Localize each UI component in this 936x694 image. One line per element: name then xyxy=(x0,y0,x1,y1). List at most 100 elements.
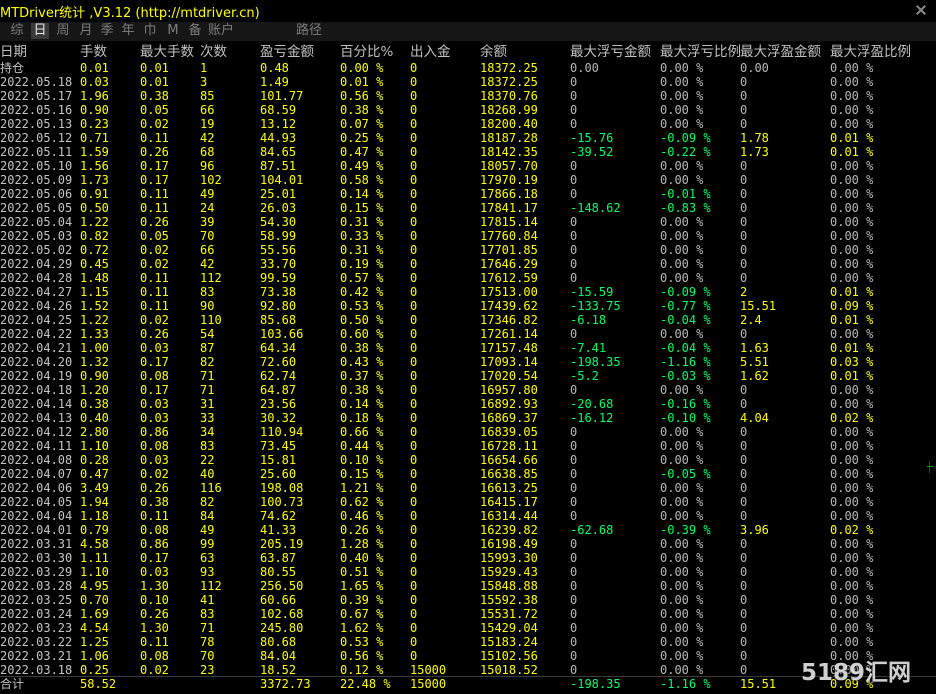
table-cell: 5.51 xyxy=(740,355,769,369)
table-row[interactable]: 2022.04.08 0.28 0.03 22 15.81 0.10 % 0 16654.66… xyxy=(0,453,936,467)
table-row[interactable]: 2022.05.10 1.56 0.17 96 87.51 0.49 % 0 18057.70… xyxy=(0,159,936,173)
table-cell: 0.26 xyxy=(140,327,169,341)
table-cell: 0.00 % xyxy=(660,75,704,89)
table-row[interactable]: 2022.04.21 1.00 0.03 87 64.34 0.38 % 0 17157.48… xyxy=(0,341,936,355)
table-row[interactable]: 2022.03.28 4.95 1.30 112 256.50 1.65 % 0 15848.… xyxy=(0,579,936,593)
table-cell: 92.80 xyxy=(260,299,297,313)
table-row[interactable]: 2022.04.11 1.10 0.08 83 73.45 0.44 % 0 16728.11… xyxy=(0,439,936,453)
tab-0[interactable]: 综 xyxy=(8,23,26,39)
table-row[interactable]: 2022.04.07 0.47 0.02 40 25.60 0.15 % 0 16638.85… xyxy=(0,467,936,481)
total-row[interactable]: 合计 58.52 3372.73 22.48 % 15000 -198.35 -1.16 %… xyxy=(0,677,936,691)
table-row[interactable]: 2022.04.19 0.90 0.08 71 62.74 0.37 % 0 17020.54… xyxy=(0,369,936,383)
table-row[interactable]: 2022.05.09 1.73 0.17 102 104.01 0.58 % 0 17970.… xyxy=(0,173,936,187)
tab-10[interactable]: 路径 xyxy=(296,23,322,39)
column-header[interactable]: 最大浮盈比例 xyxy=(830,43,936,61)
tab-3[interactable]: 月 xyxy=(77,23,95,39)
table-row[interactable]: 2022.05.18 0.03 0.01 3 1.49 0.01 % 0 18372.25 0 0… xyxy=(0,75,936,89)
table-row[interactable]: 2022.04.22 1.33 0.26 54 103.66 0.60 % 0 17261.1… xyxy=(0,327,936,341)
table-row[interactable]: 2022.04.01 0.79 0.08 49 41.33 0.26 % 0 16239.82… xyxy=(0,523,936,537)
table-row[interactable]: 2022.03.29 1.10 0.03 93 80.55 0.51 % 0 15929.43… xyxy=(0,565,936,579)
table-cell: 25.01 xyxy=(260,187,297,201)
table-row[interactable]: 2022.04.29 0.45 0.02 42 33.70 0.19 % 0 17646.29… xyxy=(0,257,936,271)
table-cell: 16892.93 xyxy=(480,397,538,411)
table-row[interactable]: 2022.04.26 1.52 0.11 90 92.80 0.53 % 0 17439.62… xyxy=(0,299,936,313)
table-row[interactable]: 2022.05.03 0.82 0.05 70 58.99 0.33 % 0 17760.84… xyxy=(0,229,936,243)
table-cell: 0.70 xyxy=(80,593,109,607)
table-row[interactable]: 2022.03.24 1.69 0.26 83 102.68 0.67 % 0 15531.7… xyxy=(0,607,936,621)
column-header[interactable]: 最大手数 xyxy=(140,43,200,61)
column-header[interactable]: 最大浮亏比例 xyxy=(660,43,740,61)
table-cell: 1.21 % xyxy=(340,481,384,495)
tab-1[interactable]: 日 xyxy=(31,23,49,39)
table-row[interactable]: 2022.05.05 0.50 0.11 24 26.03 0.15 % 0 17841.17… xyxy=(0,201,936,215)
table-cell: 15592.38 xyxy=(480,593,538,607)
tab-5[interactable]: 年 xyxy=(119,23,137,39)
table-cell: 1.63 xyxy=(740,341,769,355)
table-cell: 0.11 xyxy=(140,299,169,313)
table-row[interactable]: 2022.05.16 0.90 0.05 66 68.59 0.38 % 0 18268.99… xyxy=(0,103,936,117)
table-cell: 87.51 xyxy=(260,159,297,173)
table-row[interactable]: 2022.03.22 1.25 0.11 78 80.68 0.53 % 0 15183.24… xyxy=(0,635,936,649)
table-row[interactable]: 2022.05.04 1.22 0.26 39 54.30 0.31 % 0 17815.14… xyxy=(0,215,936,229)
tab-2[interactable]: 周 xyxy=(54,23,72,39)
table-row[interactable]: 2022.04.28 1.48 0.11 112 99.59 0.57 % 0 17612.5… xyxy=(0,271,936,285)
close-icon[interactable] xyxy=(915,4,927,16)
table-cell: 0.01 % xyxy=(830,131,874,145)
table-cell: 0.10 xyxy=(140,593,169,607)
table-cell: 0 xyxy=(570,271,578,285)
column-header[interactable]: 最大浮亏金额 xyxy=(570,43,660,61)
table-cell: 23 xyxy=(200,663,215,677)
table-cell: 0 xyxy=(570,621,578,635)
table-row[interactable]: 2022.05.12 0.71 0.11 42 44.93 0.25 % 0 18187.28… xyxy=(0,131,936,145)
table-cell: 0 xyxy=(740,257,748,271)
table-row[interactable]: 2022.04.18 1.20 0.17 71 64.87 0.38 % 0 16957.80… xyxy=(0,383,936,397)
table-cell: 0 xyxy=(570,537,578,551)
table-cell: 0 xyxy=(410,89,418,103)
table-row[interactable]: 2022.04.20 1.32 0.17 82 72.60 0.43 % 0 17093.14… xyxy=(0,355,936,369)
table-row[interactable]: 持仓 0.01 0.01 1 0.48 0.00 % 0 18372.25 0.00 0.00 %… xyxy=(0,61,936,75)
table-row[interactable]: 2022.04.06 3.49 0.26 116 198.08 1.21 % 0 16613.… xyxy=(0,481,936,495)
column-header[interactable]: 余额 xyxy=(480,43,570,61)
table-row[interactable]: 2022.03.18 0.25 0.02 23 18.52 0.12 % 15000 1501… xyxy=(0,663,936,677)
tab-9[interactable]: 账户 xyxy=(208,23,234,39)
table-row[interactable]: 2022.05.13 0.23 0.02 19 13.12 0.07 % 0 18200.40… xyxy=(0,117,936,131)
table-row[interactable]: 2022.03.31 4.58 0.86 99 205.19 1.28 % 0 16198.4… xyxy=(0,537,936,551)
column-header[interactable]: 手数 xyxy=(80,43,140,61)
table-row[interactable]: 2022.04.25 1.22 0.02 110 85.68 0.50 % 0 17346.8… xyxy=(0,313,936,327)
table-cell: 1.28 % xyxy=(340,537,384,551)
column-header[interactable]: 日期 xyxy=(0,43,80,61)
table-row[interactable]: 2022.04.05 1.94 0.38 82 100.73 0.62 % 0 16415.1… xyxy=(0,495,936,509)
table-cell: 0 xyxy=(410,313,418,327)
table-row[interactable]: 2022.03.25 0.70 0.10 41 60.66 0.39 % 0 15592.38… xyxy=(0,593,936,607)
tab-8[interactable]: 备 xyxy=(186,23,204,39)
table-cell: 100.73 xyxy=(260,495,304,509)
table-cell: 2022.04.22 xyxy=(0,327,73,341)
table-row[interactable]: 2022.03.30 1.11 0.17 63 63.87 0.40 % 0 15993.30… xyxy=(0,551,936,565)
column-header[interactable]: 次数 xyxy=(200,43,260,61)
tab-7[interactable]: M xyxy=(164,23,182,39)
table-row[interactable]: 2022.04.13 0.40 0.03 33 30.32 0.18 % 0 16869.37… xyxy=(0,411,936,425)
column-header[interactable]: 出入金 xyxy=(410,43,480,61)
tab-6[interactable]: 巾 xyxy=(141,23,159,39)
table-cell: 0.50 % xyxy=(340,313,384,327)
column-header[interactable]: 百分比% xyxy=(340,43,410,61)
table-cell: 23.56 xyxy=(260,397,297,411)
table-cell: 15929.43 xyxy=(480,565,538,579)
table-row[interactable]: 2022.05.11 1.59 0.26 68 84.65 0.47 % 0 18142.35… xyxy=(0,145,936,159)
column-header[interactable]: 最大浮盈金额 xyxy=(740,43,830,61)
table-row[interactable]: 2022.04.14 0.38 0.03 31 23.56 0.14 % 0 16892.93… xyxy=(0,397,936,411)
table-cell: 0.00 % xyxy=(660,453,704,467)
table-row[interactable]: 2022.05.17 1.96 0.38 85 101.77 0.56 % 0 18370.7… xyxy=(0,89,936,103)
column-header[interactable]: 盈亏金额 xyxy=(260,43,340,61)
table-row[interactable]: 2022.04.12 2.80 0.86 34 110.94 0.66 % 0 16839.0… xyxy=(0,425,936,439)
table-cell: 0.23 xyxy=(80,117,109,131)
table-row[interactable]: 2022.05.06 0.91 0.11 49 25.01 0.14 % 0 17866.18… xyxy=(0,187,936,201)
tab-4[interactable]: 季 xyxy=(98,23,116,39)
table-row[interactable]: 2022.03.21 1.06 0.08 70 84.04 0.56 % 0 15102.56… xyxy=(0,649,936,663)
table-cell: 0 xyxy=(410,145,418,159)
table-row[interactable]: 2022.03.23 4.54 1.30 71 245.80 1.62 % 0 15429.0… xyxy=(0,621,936,635)
table-row[interactable]: 2022.05.02 0.72 0.02 66 55.56 0.31 % 0 17701.85… xyxy=(0,243,936,257)
table-row[interactable]: 2022.04.27 1.15 0.11 83 73.38 0.42 % 0 17513.00… xyxy=(0,285,936,299)
table-cell: 0.05 xyxy=(140,103,169,117)
table-row[interactable]: 2022.04.04 1.18 0.11 84 74.62 0.46 % 0 16314.44… xyxy=(0,509,936,523)
